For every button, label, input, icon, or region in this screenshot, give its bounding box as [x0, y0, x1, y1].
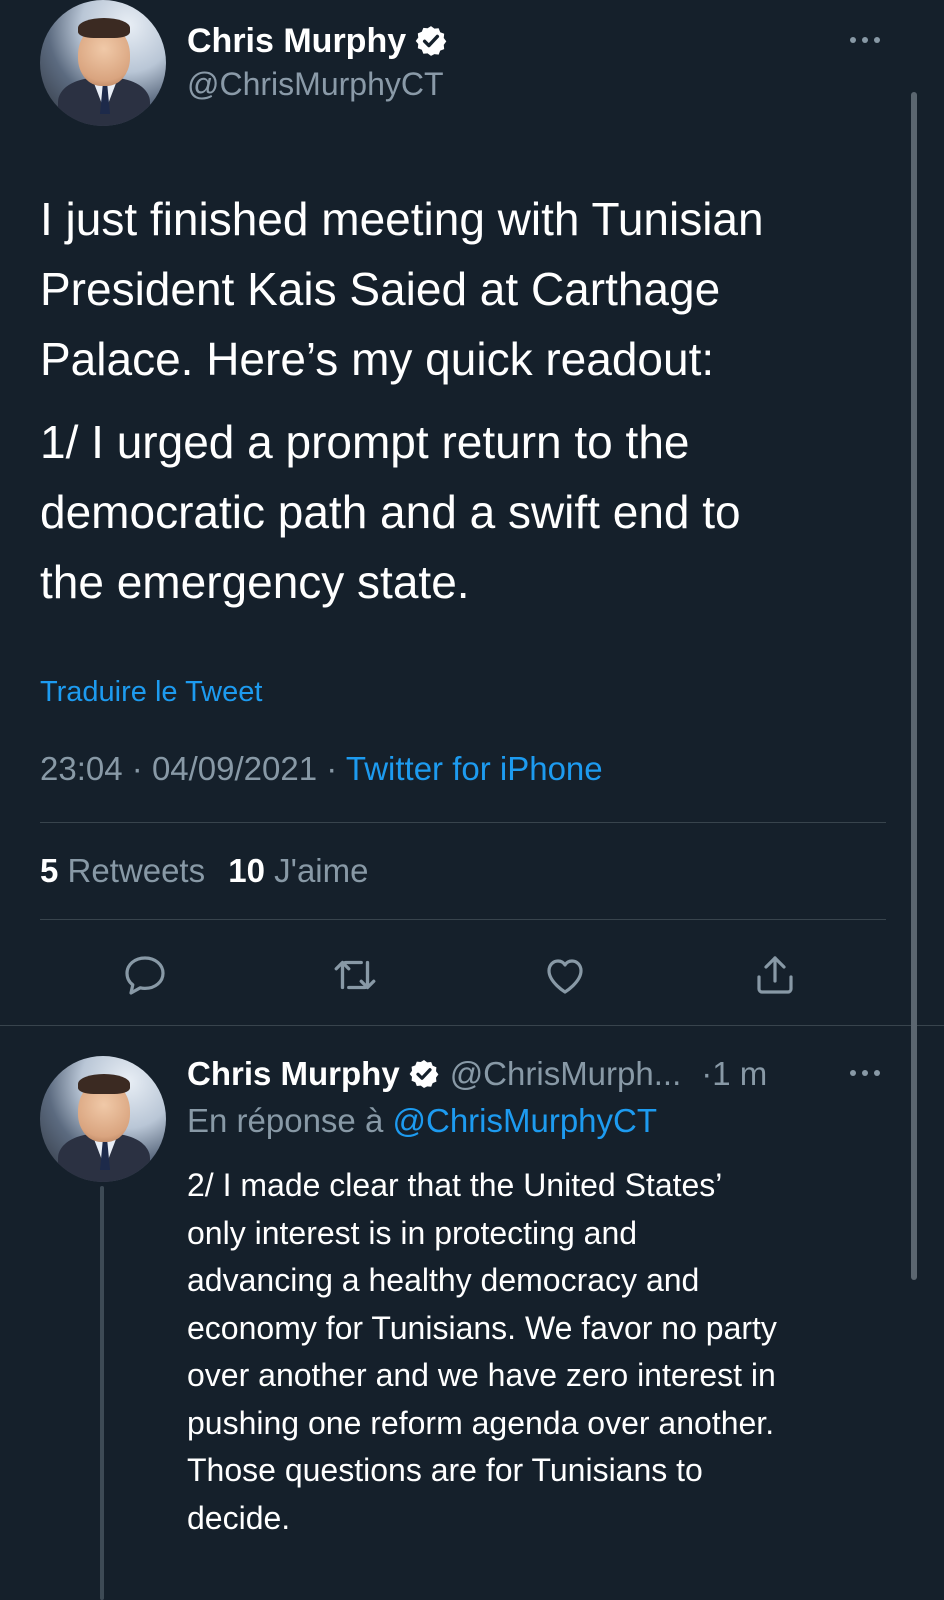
heart-icon: [547, 959, 583, 994]
tweet-time: 23:04: [40, 750, 123, 787]
more-icon[interactable]: [845, 30, 885, 50]
tweet-text-paragraph-2: 1/ I urged a prompt return to the democr…: [40, 407, 741, 617]
meta-separator: ·: [131, 750, 143, 787]
likes-label: J'aime: [274, 852, 369, 889]
author-name[interactable]: Chris Murphy: [187, 22, 406, 61]
reply-author-handle[interactable]: @ChrisMurph...: [450, 1055, 682, 1093]
reply-tweet-text: 2/ I made clear that the United States’ …: [187, 1162, 777, 1542]
reply-line: pushing one reform agenda over another.: [187, 1404, 775, 1441]
tweet-line: Palace. Here’s my quick readout:: [40, 333, 715, 385]
verified-badge-icon: [415, 26, 447, 56]
verified-badge-icon: [409, 1060, 439, 1088]
tweet-line: 1/ I urged a prompt return to the: [40, 416, 690, 468]
replying-to-prefix: En réponse à: [187, 1102, 384, 1139]
reply-author-avatar[interactable]: [40, 1056, 166, 1182]
reply-line: Those questions are for Tunisians to: [187, 1452, 703, 1488]
share-icon: [757, 956, 793, 994]
reply-line: decide.: [187, 1499, 291, 1536]
tweet-line: the emergency state.: [40, 556, 470, 608]
reply-line: economy for Tunisians. We favor no party: [187, 1309, 777, 1346]
retweet-icon: [334, 960, 376, 990]
meta-separator: ·: [326, 750, 338, 787]
retweet-button[interactable]: [325, 945, 385, 1005]
translate-tweet-link[interactable]: Traduire le Tweet: [40, 676, 262, 709]
retweets-stat[interactable]: 5 Retweets: [40, 852, 214, 889]
tweet-stats: 5 Retweets 10 J'aime: [40, 852, 368, 890]
reply-time-ago: ·1 m: [701, 1055, 768, 1092]
likes-stat[interactable]: 10 J'aime: [228, 852, 368, 889]
reply-line: 2/ I made clear that the United States’: [187, 1167, 723, 1203]
reply-line: over another and we have zero interest i…: [187, 1357, 776, 1393]
author-handle[interactable]: @ChrisMurphyCT: [187, 66, 444, 103]
author-avatar[interactable]: [40, 0, 166, 126]
scrollbar-thumb[interactable]: [911, 92, 917, 1280]
replying-to: En réponse à @ChrisMurphyCT: [187, 1102, 657, 1140]
divider: [40, 822, 886, 823]
section-divider: [0, 1025, 944, 1026]
share-button[interactable]: [745, 945, 805, 1005]
replying-to-handle[interactable]: @ChrisMurphyCT: [392, 1102, 657, 1139]
reply-line: advancing a healthy democracy and: [187, 1262, 700, 1298]
tweet-date: 04/09/2021: [151, 750, 318, 787]
author-name-row: Chris Murphy: [187, 20, 448, 62]
reply-line: only interest is in protecting and: [187, 1214, 638, 1251]
thread-line: [100, 1186, 104, 1600]
likes-count: 10: [228, 852, 265, 889]
tweet-meta: 23:04 · 04/09/2021 · Twitter for iPhone: [40, 750, 603, 788]
tweet-source-link[interactable]: Twitter for iPhone: [346, 750, 603, 787]
retweets-count: 5: [40, 852, 59, 889]
tweet-line: I just finished meeting with Tunisian: [40, 193, 764, 245]
tweet-text-paragraph-1: I just finished meeting with Tunisian Pr…: [40, 184, 764, 394]
tweet-line: President Kais Saied at Carthage: [40, 263, 721, 315]
reply-icon: [125, 956, 165, 995]
like-button[interactable]: [535, 945, 595, 1005]
reply-author-name[interactable]: Chris Murphy: [187, 1055, 400, 1093]
reply-header-row: Chris Murphy @ChrisMurph... ·1 m: [187, 1052, 767, 1096]
tweet-line: democratic path and a swift end to: [40, 486, 741, 538]
divider: [40, 919, 886, 920]
reply-more-icon[interactable]: [845, 1063, 885, 1083]
retweets-label: Retweets: [67, 852, 206, 889]
reply-button[interactable]: [115, 945, 175, 1005]
